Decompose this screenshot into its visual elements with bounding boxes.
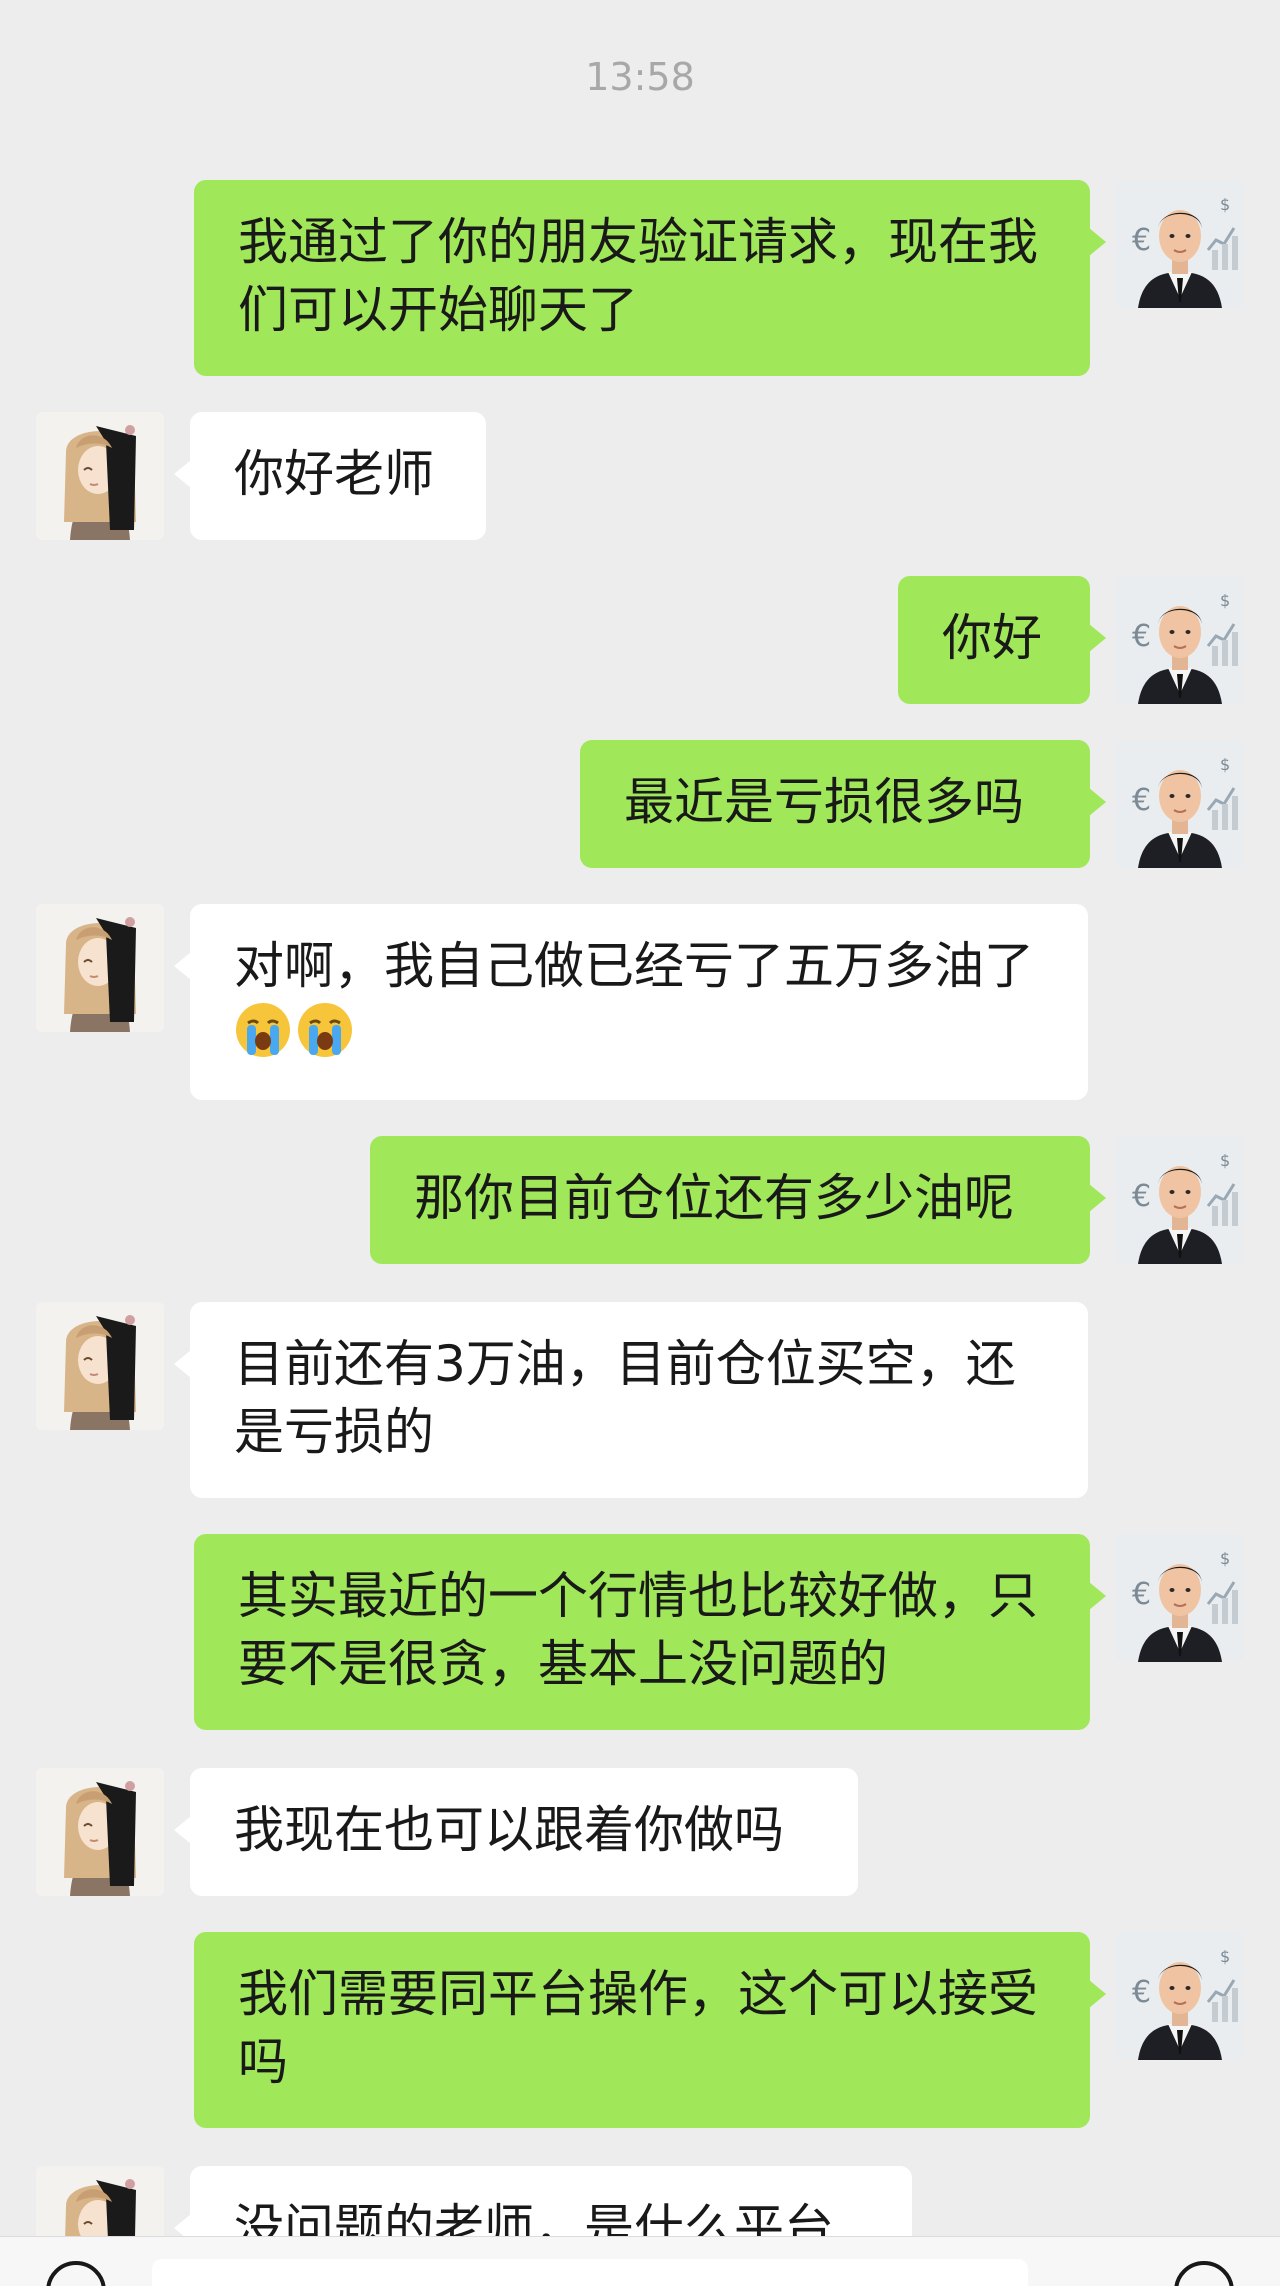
message-bubble-incoming[interactable]: 我现在也可以跟着你做吗 <box>174 1768 858 1896</box>
message-bubble-outgoing[interactable]: 那你目前仓位还有多少油呢 <box>370 1136 1106 1264</box>
message-text: 我现在也可以跟着你做吗 <box>234 1801 784 1859</box>
chat-window: 13:58 我通过了你的朋友验证请求，现在我们可以开始聊天了 € $ 你好老师 … <box>0 0 1280 2286</box>
message-text: 目前还有3万油，目前仓位买空，还是亏损的 <box>234 1335 1016 1461</box>
self-avatar[interactable]: € $ <box>1116 1534 1244 1662</box>
self-avatar[interactable]: € $ <box>1116 740 1244 868</box>
message-input[interactable] <box>152 2259 1028 2286</box>
message-text: 你好 <box>942 609 1042 667</box>
message-bubble-outgoing[interactable]: 我通过了你的朋友验证请求，现在我们可以开始聊天了 <box>194 180 1106 376</box>
plus-icon[interactable] <box>1174 2261 1234 2286</box>
self-avatar[interactable]: € $ <box>1116 1136 1244 1264</box>
svg-text:$: $ <box>1220 755 1230 774</box>
contact-avatar[interactable] <box>36 1768 164 1896</box>
loudly-crying-face-emoji <box>234 1001 292 1059</box>
svg-text:$: $ <box>1220 195 1230 214</box>
contact-avatar[interactable] <box>36 412 164 540</box>
voice-icon[interactable] <box>46 2261 106 2286</box>
message-text: 其实最近的一个行情也比较好做，只要不是很贪，基本上没问题的 <box>238 1567 1038 1693</box>
message-bubble-incoming[interactable]: 目前还有3万油，目前仓位买空，还是亏损的 <box>174 1302 1088 1498</box>
loudly-crying-face-emoji <box>296 1001 354 1059</box>
message-bubble-outgoing[interactable]: 我们需要同平台操作，这个可以接受吗 <box>194 1932 1106 2128</box>
contact-avatar[interactable] <box>36 904 164 1032</box>
message-bubble-outgoing[interactable]: 其实最近的一个行情也比较好做，只要不是很贪，基本上没问题的 <box>194 1534 1106 1730</box>
message-bubble-outgoing[interactable]: 最近是亏损很多吗 <box>580 740 1106 868</box>
svg-text:$: $ <box>1220 591 1230 610</box>
svg-text:€: € <box>1132 619 1151 654</box>
svg-text:$: $ <box>1220 1549 1230 1568</box>
message-text: 我们需要同平台操作，这个可以接受吗 <box>238 1965 1038 2091</box>
svg-text:€: € <box>1132 223 1151 258</box>
message-text: 对啊，我自己做已经亏了五万多油了 <box>234 937 1034 995</box>
contact-avatar[interactable] <box>36 1302 164 1430</box>
svg-text:€: € <box>1132 1179 1151 1214</box>
self-avatar[interactable]: € $ <box>1116 576 1244 704</box>
message-bubble-incoming[interactable]: 对啊，我自己做已经亏了五万多油了 <box>174 904 1088 1100</box>
svg-text:€: € <box>1132 1577 1151 1612</box>
message-text: 那你目前仓位还有多少油呢 <box>414 1169 1014 1227</box>
svg-text:$: $ <box>1220 1151 1230 1170</box>
self-avatar[interactable]: € $ <box>1116 180 1244 308</box>
message-text: 最近是亏损很多吗 <box>624 773 1024 831</box>
message-bubble-incoming[interactable]: 你好老师 <box>174 412 486 540</box>
message-bubble-outgoing[interactable]: 你好 <box>898 576 1106 704</box>
message-timestamp: 13:58 <box>585 55 695 99</box>
svg-text:$: $ <box>1220 1947 1230 1966</box>
message-text: 我通过了你的朋友验证请求，现在我们可以开始聊天了 <box>238 213 1038 339</box>
message-text: 你好老师 <box>234 445 434 503</box>
self-avatar[interactable]: € $ <box>1116 1932 1244 2060</box>
svg-text:€: € <box>1132 783 1151 818</box>
input-bar <box>0 2236 1280 2286</box>
svg-text:€: € <box>1132 1975 1151 2010</box>
